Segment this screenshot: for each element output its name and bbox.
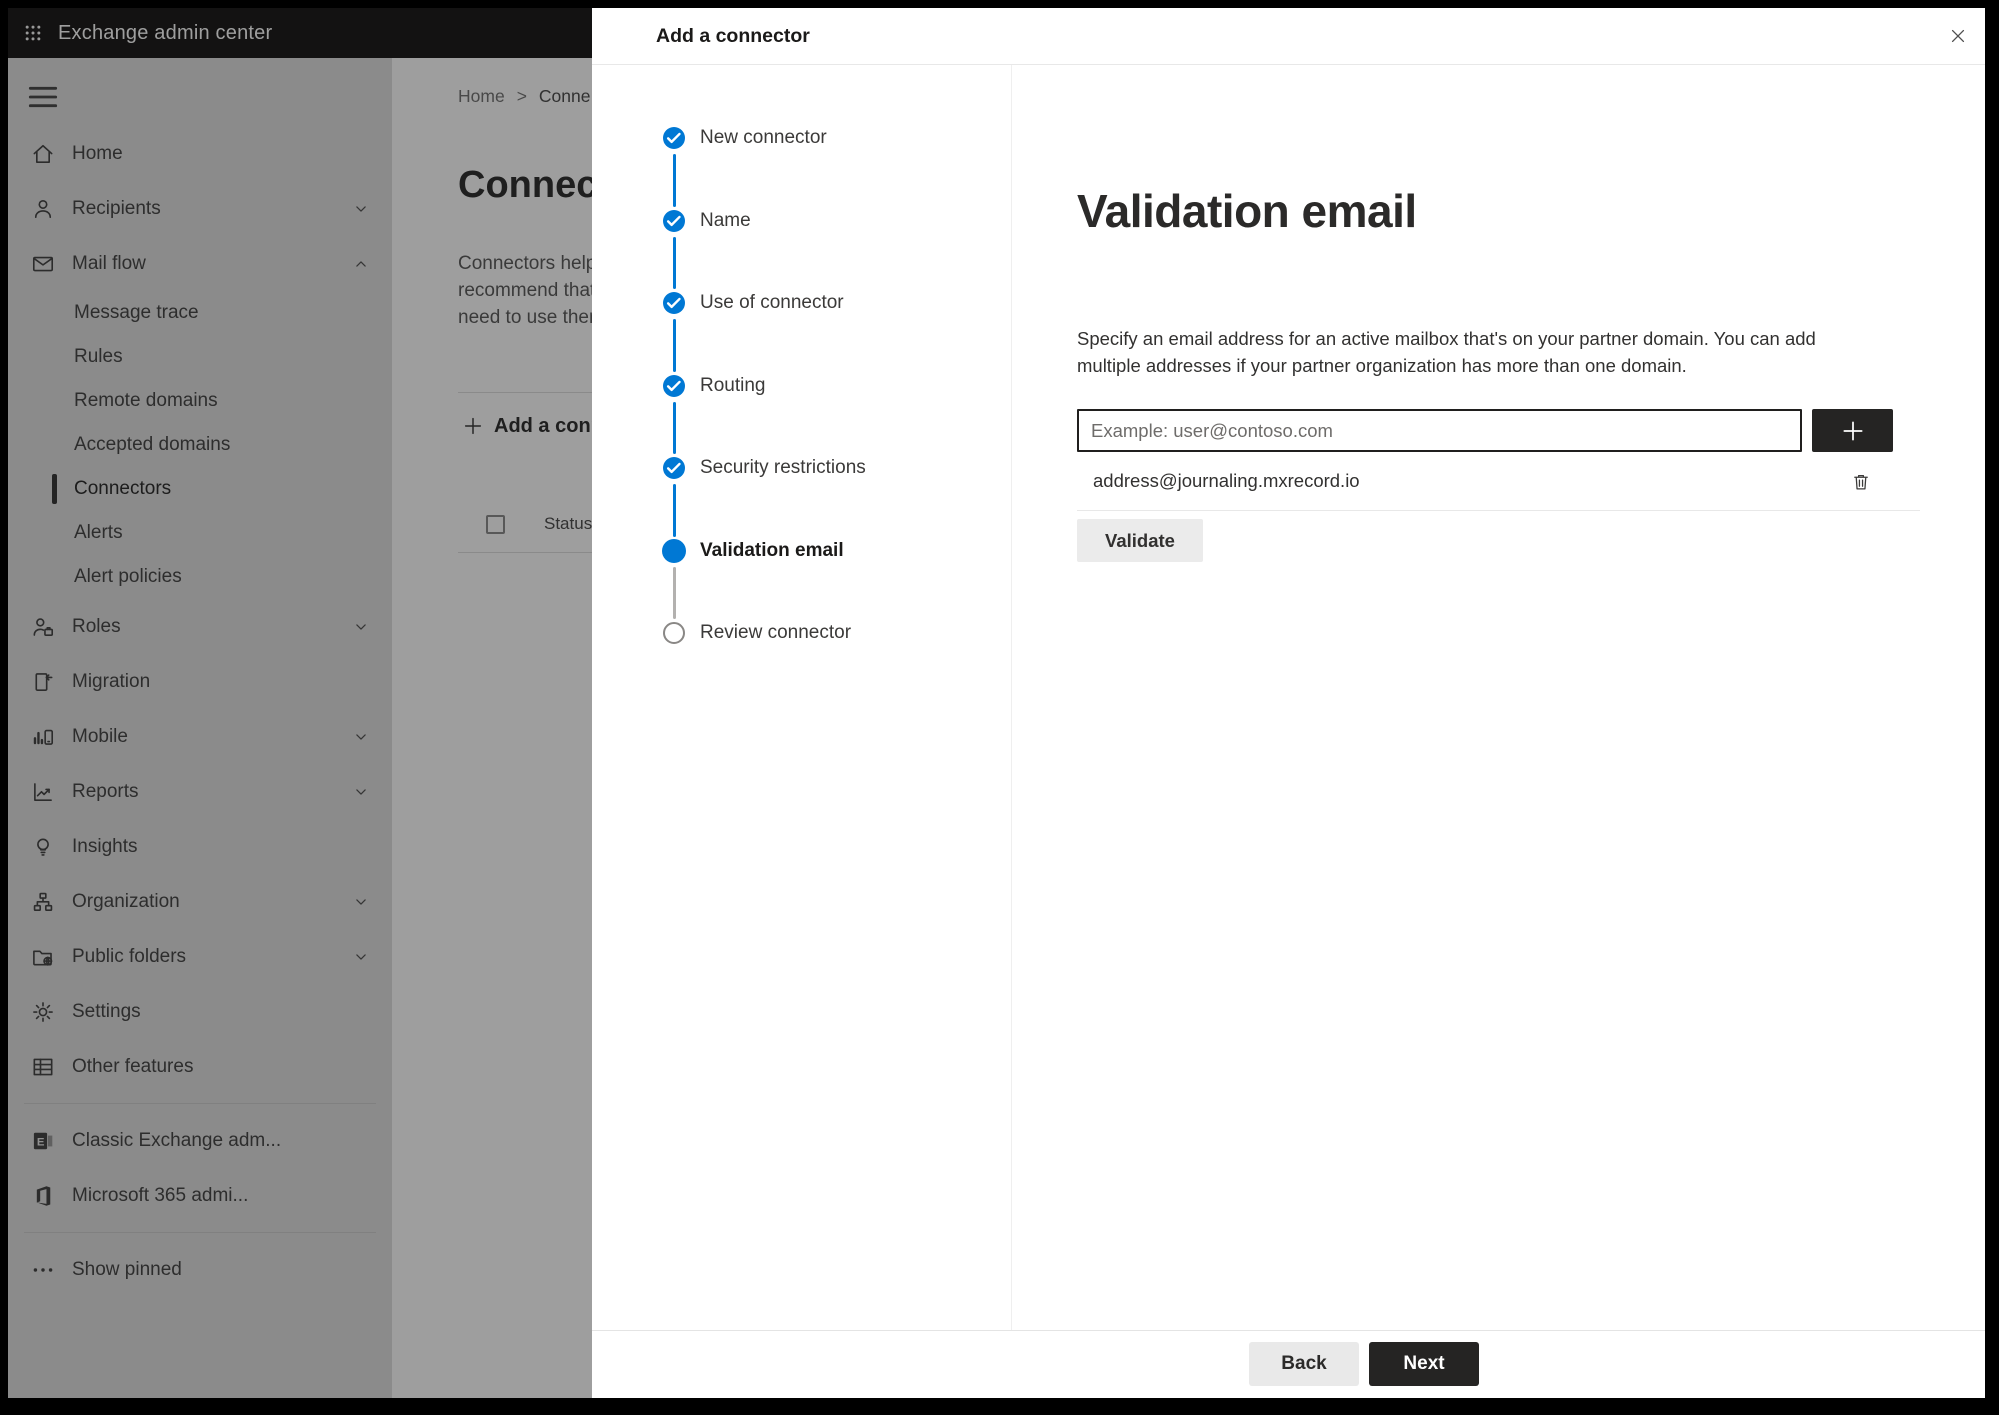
- plus-icon: [1840, 418, 1866, 444]
- wizard-steps: New connector Name Use of connector Routing…: [592, 65, 1012, 1330]
- divider: [592, 1330, 1985, 1331]
- step-current-circle-icon: [662, 538, 686, 563]
- step-label: New connector: [700, 127, 827, 148]
- wizard-step-security-restrictions[interactable]: Security restrictions: [592, 455, 1011, 483]
- step-connector-line: [673, 566, 676, 619]
- add-address-button[interactable]: [1812, 409, 1893, 452]
- step-label: Name: [700, 209, 751, 231]
- step-circle-icon: [663, 622, 685, 644]
- wizard-step-routing[interactable]: Routing: [592, 373, 1011, 401]
- app-window: Exchange admin center Home Recipients Mail…: [8, 8, 1985, 1398]
- step-connector-line: [673, 319, 676, 372]
- step-check-circle-icon: [663, 374, 685, 397]
- add-connector-panel: Add a connector New connector Name Use of …: [592, 8, 1985, 1398]
- step-heading: Validation email: [1077, 185, 1417, 237]
- delete-address-button[interactable]: [1845, 467, 1877, 497]
- divider: [1077, 510, 1920, 511]
- step-connector-line: [673, 236, 676, 289]
- wizard-step-use-of-connector[interactable]: Use of connector: [592, 290, 1011, 318]
- panel-title: Add a connector: [656, 25, 810, 47]
- step-label: Use of connector: [700, 292, 844, 313]
- panel-header: Add a connector: [592, 8, 1985, 65]
- screenshot-frame: Exchange admin center Home Recipients Mail…: [0, 0, 1999, 1415]
- validate-button[interactable]: Validate: [1077, 519, 1203, 562]
- wizard-step-name[interactable]: Name: [592, 208, 1011, 236]
- back-button[interactable]: Back: [1249, 1342, 1359, 1386]
- trash-icon: [1850, 471, 1872, 493]
- address-list: address@journaling.mxrecord.io: [1077, 460, 1920, 502]
- step-check-circle-icon: [663, 127, 685, 149]
- close-icon[interactable]: [1940, 18, 1976, 54]
- step-label: Routing: [700, 374, 766, 396]
- step-check-circle-icon: [663, 209, 685, 232]
- validation-email-input[interactable]: [1077, 409, 1802, 452]
- next-button[interactable]: Next: [1369, 1342, 1479, 1386]
- wizard-step-review-connector[interactable]: Review connector: [592, 620, 1011, 648]
- step-check-circle-icon: [663, 292, 685, 314]
- step-label: Validation email: [700, 539, 844, 561]
- step-connector-line: [673, 484, 676, 537]
- step-label: Security restrictions: [700, 457, 866, 478]
- step-check-circle-icon: [663, 457, 685, 479]
- wizard-step-validation-email[interactable]: Validation email: [592, 538, 1011, 566]
- address-row: address@journaling.mxrecord.io: [1077, 460, 1920, 502]
- step-description: Specify an email address for an active m…: [1077, 328, 1816, 376]
- step-connector-line: [673, 401, 676, 454]
- wizard-step-new-connector[interactable]: New connector: [592, 125, 1011, 153]
- dim-overlay[interactable]: [8, 8, 592, 1398]
- step-label: Review connector: [700, 622, 852, 643]
- address-value: address@journaling.mxrecord.io: [1093, 470, 1360, 491]
- step-connector-line: [673, 154, 676, 207]
